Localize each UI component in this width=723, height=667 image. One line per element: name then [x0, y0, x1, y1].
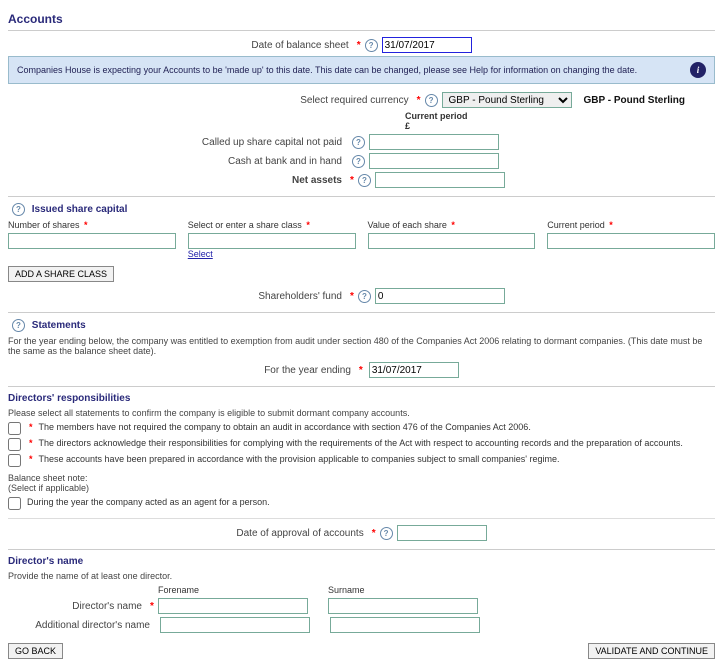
share-class-label: Select or enter a share class: [188, 220, 302, 230]
required-asterisk: *: [350, 291, 354, 302]
year-ending-label: For the year ending: [264, 365, 357, 376]
statements-title: ? Statements: [8, 319, 715, 332]
year-ending-input[interactable]: [369, 362, 459, 378]
called-up-label: Called up share capital not paid: [8, 137, 348, 148]
balance-date-input[interactable]: [382, 37, 472, 53]
surname-header: Surname: [328, 585, 478, 595]
help-icon[interactable]: ?: [352, 136, 365, 149]
current-period-input[interactable]: [547, 233, 715, 249]
forename-header: Forename: [158, 585, 308, 595]
cash-label: Cash at bank and in hand: [8, 156, 348, 167]
additional-surname-input[interactable]: [330, 617, 480, 633]
help-icon[interactable]: ?: [352, 155, 365, 168]
current-period-label: Current period £: [405, 111, 565, 131]
agent-checkbox[interactable]: [8, 497, 21, 510]
go-back-button[interactable]: GO BACK: [8, 643, 63, 659]
statement-1-checkbox[interactable]: [8, 422, 21, 435]
help-icon[interactable]: ?: [425, 94, 438, 107]
help-icon[interactable]: ?: [380, 527, 393, 540]
net-assets-label: Net assets: [8, 175, 348, 186]
balance-note-label: Balance sheet note:: [8, 473, 88, 483]
required-asterisk: *: [417, 95, 421, 106]
help-icon[interactable]: ?: [12, 203, 25, 216]
add-share-class-button[interactable]: ADD A SHARE CLASS: [8, 266, 114, 282]
director-surname-input[interactable]: [328, 598, 478, 614]
statements-intro: For the year ending below, the company w…: [8, 336, 715, 356]
balance-date-label: Date of balance sheet: [251, 40, 354, 51]
additional-forename-input[interactable]: [160, 617, 310, 633]
info-text: Companies House is expecting your Accoun…: [17, 65, 637, 75]
director-forename-input[interactable]: [158, 598, 308, 614]
validate-continue-button[interactable]: VALIDATE AND CONTINUE: [588, 643, 715, 659]
value-each-input[interactable]: [368, 233, 536, 249]
required-asterisk: *: [359, 365, 363, 376]
required-asterisk: *: [357, 40, 361, 51]
statement-3-text: These accounts have been prepared in acc…: [39, 454, 560, 464]
statement-2-text: The directors acknowledge their responsi…: [39, 438, 683, 448]
director-title: Director's name: [8, 556, 715, 567]
called-up-input[interactable]: [369, 134, 499, 150]
current-period-col-label: Current period: [547, 220, 605, 230]
required-asterisk: *: [372, 528, 376, 539]
approval-date-input[interactable]: [397, 525, 487, 541]
currency-display: GBP - Pound Sterling: [584, 95, 685, 106]
currency-label: Select required currency: [95, 95, 415, 106]
help-icon[interactable]: ?: [358, 290, 371, 303]
value-each-label: Value of each share: [368, 220, 447, 230]
num-shares-input[interactable]: [8, 233, 176, 249]
shareholders-fund-input[interactable]: [375, 288, 505, 304]
balance-note-sub: (Select if applicable): [8, 483, 89, 493]
approval-date-label: Date of approval of accounts: [236, 528, 369, 539]
shareholders-fund-label: Shareholders' fund: [8, 291, 348, 302]
agent-text: During the year the company acted as an …: [27, 497, 270, 507]
page-title: Accounts: [8, 8, 715, 31]
director-intro: Provide the name of at least one directo…: [8, 571, 715, 581]
responsibilities-title: Directors' responsibilities: [8, 393, 715, 404]
help-icon[interactable]: ?: [358, 174, 371, 187]
share-capital-title: ? Issued share capital: [8, 203, 715, 216]
statement-1-text: The members have not required the compan…: [39, 422, 531, 432]
share-class-input[interactable]: [188, 233, 356, 249]
required-asterisk: *: [150, 601, 154, 612]
num-shares-label: Number of shares: [8, 220, 80, 230]
select-link[interactable]: Select: [188, 249, 213, 259]
help-icon[interactable]: ?: [365, 39, 378, 52]
statement-2-checkbox[interactable]: [8, 438, 21, 451]
director-name-label: Director's name: [8, 601, 148, 612]
additional-director-label: Additional director's name: [8, 620, 156, 631]
help-icon[interactable]: ?: [12, 319, 25, 332]
responsibilities-intro: Please select all statements to confirm …: [8, 408, 715, 418]
required-asterisk: *: [350, 175, 354, 186]
currency-select[interactable]: GBP - Pound Sterling: [442, 92, 572, 108]
net-assets-input[interactable]: [375, 172, 505, 188]
info-bar: Companies House is expecting your Accoun…: [8, 56, 715, 84]
cash-input[interactable]: [369, 153, 499, 169]
info-icon[interactable]: i: [690, 62, 706, 78]
statement-3-checkbox[interactable]: [8, 454, 21, 467]
